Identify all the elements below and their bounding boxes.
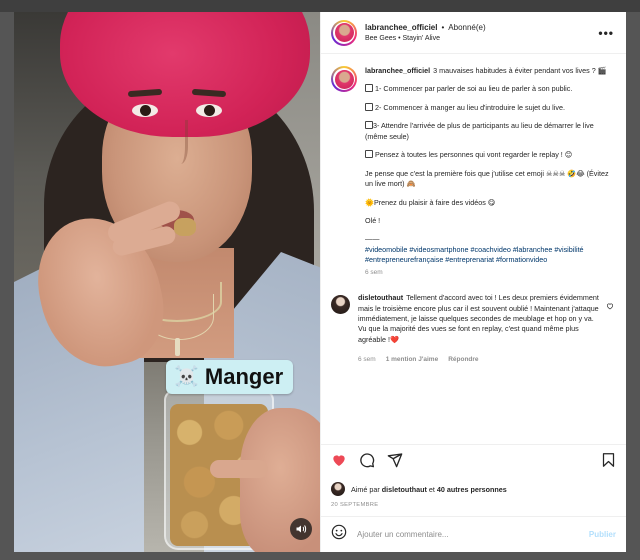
add-comment-bar: Publier bbox=[321, 516, 626, 552]
separator-dot: • bbox=[441, 23, 445, 32]
caption-pleasure: 🌞Prenez du plaisir à faire des vidéos 😋 bbox=[365, 197, 496, 207]
comment-body: disletouthaut Tellement d'accord avec toi… bbox=[358, 293, 616, 365]
mute-button[interactable] bbox=[290, 518, 312, 540]
comment-like-button[interactable] bbox=[606, 297, 614, 315]
sticker-label: Manger bbox=[204, 364, 284, 389]
post-video[interactable]: ☠️ Manger bbox=[14, 12, 320, 552]
video-finger-right bbox=[210, 460, 268, 478]
video-text-sticker: ☠️ Manger bbox=[166, 360, 294, 394]
caption-ole: Olé ! bbox=[365, 215, 381, 225]
caption-replay: Pensez à toutes les personnes qui vont r… bbox=[365, 150, 616, 160]
more-options-button[interactable]: ••• bbox=[596, 26, 616, 40]
habit-1-text: 1- Commencer par parler de soi au lieu d… bbox=[375, 84, 573, 94]
emoji-icon bbox=[331, 524, 347, 540]
caption-emoji-note: Je pense que c'est la première fois que … bbox=[365, 168, 609, 189]
likes-text: Aimé par disletouthaut et 40 autres pers… bbox=[351, 485, 507, 494]
comment-likes[interactable]: 1 mention J'aime bbox=[386, 355, 438, 364]
video-nose bbox=[170, 120, 188, 164]
comment-item: disletouthaut Tellement d'accord avec toi… bbox=[331, 293, 616, 365]
author-avatar[interactable] bbox=[331, 19, 357, 46]
emoji-button[interactable] bbox=[331, 524, 347, 545]
publish-button[interactable]: Publier bbox=[589, 530, 616, 539]
replay-text: Pensez à toutes les personnes qui vont r… bbox=[375, 150, 573, 160]
habit-2-text: 2- Commencer à manger au lieu d'introdui… bbox=[375, 102, 565, 112]
caption-dashes: —— bbox=[365, 234, 380, 244]
page-backdrop bbox=[0, 0, 640, 12]
cross-emoji-icon bbox=[365, 84, 373, 93]
reply-button[interactable]: Répondre bbox=[448, 355, 478, 364]
skull-icon: ☠️ bbox=[174, 366, 199, 388]
speaker-icon bbox=[296, 525, 307, 533]
comment-icon bbox=[360, 453, 375, 468]
video-eye-right bbox=[196, 104, 222, 117]
like-button[interactable] bbox=[331, 452, 347, 473]
caption-habit-2: 2- Commencer à manger au lieu d'introdui… bbox=[365, 102, 616, 113]
likes-summary: Aimé par disletouthaut et 40 autres pers… bbox=[321, 480, 626, 498]
avatar-image bbox=[334, 69, 354, 89]
likes-prefix: Aimé par bbox=[351, 484, 380, 494]
comment-meta: 6 sem 1 mention J'aime Répondre bbox=[358, 355, 602, 364]
header-line: labranchee_officiel • Abonné(e) bbox=[365, 23, 596, 32]
caption-habit-3: 3- Attendre l'arrivée de plus de partici… bbox=[365, 121, 616, 142]
caption-body: labranchee_officiel 3 mauvaises habitudes… bbox=[365, 66, 616, 293]
avatar-ring-inner bbox=[333, 21, 355, 44]
post-date[interactable]: 20 SEPTEMBRE bbox=[321, 498, 626, 516]
likes-others-link[interactable]: 40 autres personnes bbox=[437, 485, 507, 494]
placeholder-emoji-icon bbox=[365, 150, 373, 159]
heart-outline-icon bbox=[606, 303, 614, 310]
caption-intro: 3 mauvaises habitudes à éviter pendant v… bbox=[433, 66, 607, 75]
post-side-panel: labranchee_officiel • Abonné(e) Bee Gees… bbox=[320, 12, 626, 552]
comments-area[interactable]: labranchee_officiel 3 mauvaises habitudes… bbox=[321, 54, 626, 444]
caption-intro-paragraph: labranchee_officiel 3 mauvaises habitudes… bbox=[365, 66, 616, 76]
commenter-avatar[interactable] bbox=[331, 295, 350, 315]
heart-icon bbox=[333, 455, 345, 466]
post-modal: ☠️ Manger labranchee_officiel • Abonné(e… bbox=[14, 12, 626, 552]
avatar-image bbox=[334, 23, 354, 42]
likes-middle: et bbox=[428, 484, 435, 494]
author-username[interactable]: labranchee_officiel bbox=[365, 23, 437, 32]
caption-habit-1: 1- Commencer par parler de soi au lieu d… bbox=[365, 84, 616, 94]
video-eye-left bbox=[132, 104, 158, 117]
avatar-ring-inner bbox=[333, 68, 355, 90]
video-pendant bbox=[175, 338, 180, 356]
caption-author-avatar[interactable] bbox=[331, 66, 357, 92]
more-icon: ••• bbox=[598, 25, 614, 40]
post-header: labranchee_officiel • Abonné(e) Bee Gees… bbox=[321, 12, 626, 54]
post-caption: labranchee_officiel 3 mauvaises habitudes… bbox=[331, 66, 616, 293]
commenter-username[interactable]: disletouthaut bbox=[358, 293, 403, 302]
save-button[interactable] bbox=[601, 452, 616, 473]
header-text: labranchee_officiel • Abonné(e) Bee Gees… bbox=[365, 23, 596, 42]
comment-input[interactable] bbox=[357, 530, 579, 539]
liker-username[interactable]: disletouthaut bbox=[382, 485, 427, 494]
caption-time[interactable]: 6 sem bbox=[365, 268, 616, 277]
post-actions bbox=[321, 444, 626, 480]
comment-time[interactable]: 6 sem bbox=[358, 355, 376, 364]
video-walnut-bite bbox=[174, 218, 196, 236]
caption-hashtags[interactable]: #videomobile #videosmartphone #coachvide… bbox=[365, 245, 616, 266]
habit-3-text: 3- Attendre l'arrivée de plus de partici… bbox=[365, 121, 594, 141]
share-button[interactable] bbox=[387, 452, 403, 473]
cross-emoji-icon bbox=[365, 102, 373, 111]
bookmark-icon bbox=[602, 453, 615, 467]
liker-avatar[interactable] bbox=[331, 482, 345, 496]
follow-status-button[interactable]: Abonné(e) bbox=[448, 23, 485, 32]
music-link[interactable]: Bee Gees • Stayin' Alive bbox=[365, 35, 596, 42]
cross-emoji-icon bbox=[365, 121, 373, 130]
caption-username[interactable]: labranchee_officiel bbox=[365, 66, 430, 75]
share-icon bbox=[387, 453, 403, 468]
comment-button[interactable] bbox=[359, 452, 375, 473]
